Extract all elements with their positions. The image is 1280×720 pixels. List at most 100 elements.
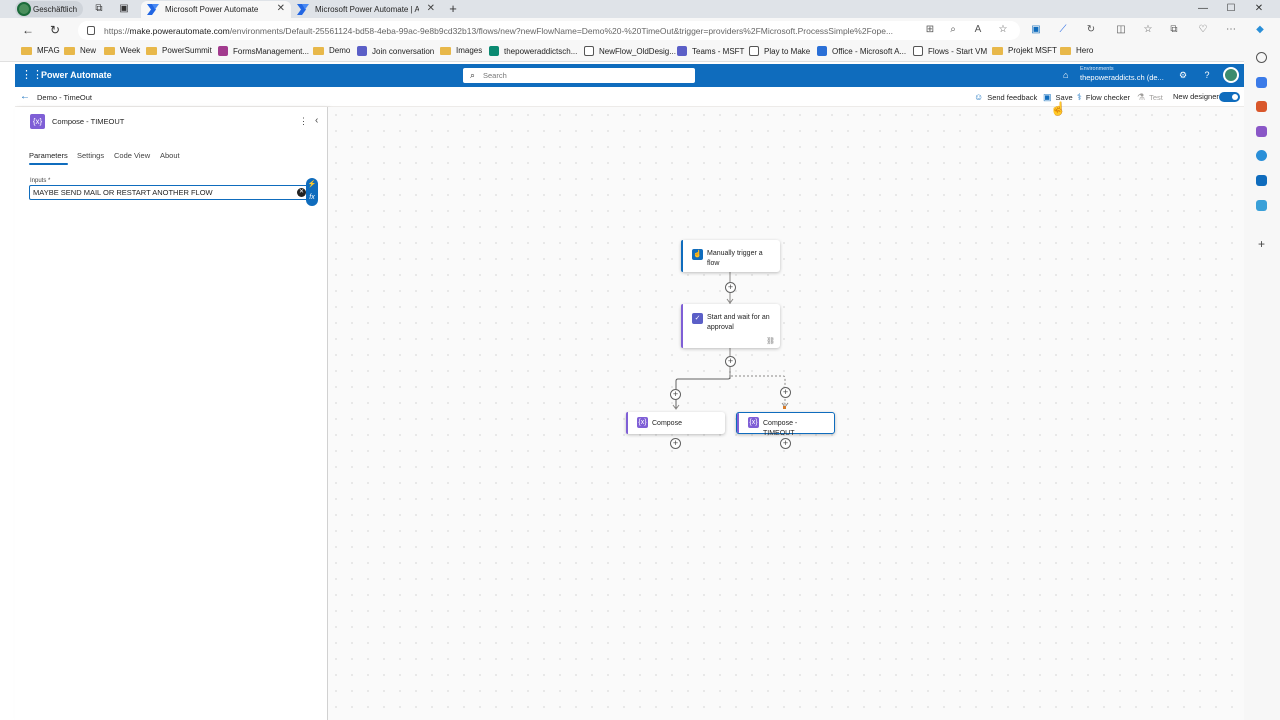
bookmark-item[interactable]: Week <box>104 46 140 55</box>
search-icon[interactable] <box>1256 52 1267 63</box>
more-icon[interactable]: ⋯ <box>1224 24 1238 35</box>
test-button[interactable]: ⚗ Test <box>1137 92 1163 103</box>
help-icon[interactable]: ? <box>1201 70 1213 80</box>
close-tab-icon[interactable]: ✕ <box>427 3 435 14</box>
app-available-icon[interactable]: ⊞ <box>923 24 937 35</box>
power-automate-extension-icon[interactable]: ⟋ <box>1056 24 1070 35</box>
office-icon[interactable] <box>1256 150 1267 161</box>
environment-label: Environments <box>1080 66 1114 72</box>
search-placeholder: Search <box>483 71 507 80</box>
more-options-icon[interactable]: ⋮ <box>299 116 308 127</box>
tab-about[interactable]: About <box>160 151 180 160</box>
refresh-extension-icon[interactable]: ↻ <box>1084 24 1098 35</box>
tab-actions-icon[interactable]: ▣ <box>118 3 130 15</box>
settings-icon[interactable]: ⚙ <box>1177 70 1189 81</box>
read-aloud-icon[interactable]: A <box>971 24 985 35</box>
approval-card[interactable]: ✓ Start and wait for an approval ⛓ <box>681 304 780 348</box>
tab-parameters[interactable]: Parameters <box>29 151 68 165</box>
maximize-icon[interactable]: ☐ <box>1225 3 1237 15</box>
bookmark-item[interactable]: Hero <box>1060 46 1093 55</box>
app-name[interactable]: Power Automate <box>41 70 112 80</box>
favorites-icon[interactable]: ☆ <box>1141 24 1155 35</box>
people-icon[interactable] <box>1256 126 1267 137</box>
bookmark-item[interactable]: PowerSummit <box>146 46 212 55</box>
browser-tab-strip: Geschäftlich ⧉ ▣ Microsoft Power Automat… <box>0 0 1280 18</box>
tag-icon[interactable] <box>1256 77 1267 88</box>
bookmark-item[interactable]: Play to Make <box>749 46 810 56</box>
compose-card[interactable]: {x} Compose <box>626 412 725 434</box>
insert-step-button[interactable]: + <box>670 389 681 400</box>
expression-fx-icon[interactable]: fx <box>306 191 318 204</box>
extension-icon[interactable]: ▣ <box>1029 24 1043 35</box>
compose-icon: {x} <box>637 417 648 428</box>
minimize-icon[interactable]: — <box>1197 3 1209 15</box>
drop-icon[interactable] <box>1256 200 1267 211</box>
designer-canvas[interactable]: ☝ Manually trigger a flow + ✓ Start and … <box>328 107 1244 720</box>
tab-settings[interactable]: Settings <box>77 151 104 160</box>
inputs-field[interactable]: MAYBE SEND MAIL OR RESTART ANOTHER FLOW <box>29 185 311 200</box>
lightning-icon[interactable]: ⚡ <box>306 178 318 191</box>
dynamic-content-toggle[interactable]: ⚡ fx <box>306 178 318 206</box>
insert-step-button[interactable]: + <box>670 438 681 449</box>
favorite-star-icon[interactable]: ☆ <box>996 24 1010 35</box>
bookmark-item[interactable]: Projekt MSFT <box>992 46 1057 55</box>
card-accent <box>681 240 683 272</box>
bookmark-item[interactable]: Demo <box>313 46 350 55</box>
compose-card-label: Compose <box>652 420 682 427</box>
close-window-icon[interactable]: ✕ <box>1253 3 1265 15</box>
bookmark-item[interactable]: Join conversation <box>357 46 434 56</box>
tab-code-view[interactable]: Code View <box>114 151 150 160</box>
browser-tab-1[interactable]: Microsoft Power Automate ✕ <box>141 1 291 18</box>
bookmark-item[interactable]: New <box>64 46 96 55</box>
user-avatar[interactable] <box>1223 67 1239 83</box>
card-accent <box>737 413 739 433</box>
zoom-icon[interactable]: ⌕ <box>946 24 960 35</box>
back-arrow-icon[interactable]: ← <box>21 23 35 37</box>
tools-icon[interactable] <box>1256 101 1267 112</box>
add-icon[interactable]: + <box>1256 238 1267 250</box>
bookmark-item[interactable]: Flows - Start VM <box>913 46 987 56</box>
folder-icon <box>1060 46 1071 55</box>
bookmark-item[interactable]: Images <box>440 46 482 55</box>
insert-step-button[interactable]: + <box>780 387 791 398</box>
search-input[interactable]: ⌕ Search <box>463 68 695 83</box>
folder-icon <box>146 46 157 55</box>
edge-copilot-icon[interactable]: ◆ <box>1253 24 1267 35</box>
bookmark-item[interactable]: Office - Microsoft A... <box>817 46 906 56</box>
back-arrow-icon[interactable]: ← <box>20 91 30 102</box>
url-path: /environments/Default-25561124-bd58-4eba… <box>229 25 894 36</box>
new-designer-toggle[interactable] <box>1219 92 1240 102</box>
panel-title[interactable]: Compose - TIMEOUT <box>52 117 124 126</box>
browser-tab-2[interactable]: Microsoft Power Automate | App ✕ <box>291 1 441 18</box>
folder-icon <box>21 46 32 55</box>
insert-step-button[interactable]: + <box>725 282 736 293</box>
compose-timeout-card[interactable]: {x} Compose - TIMEOUT <box>736 412 835 437</box>
collections-icon[interactable]: ⧉ <box>1167 24 1181 35</box>
clear-input-icon[interactable]: ✕ <box>297 188 306 197</box>
flow-checker-button[interactable]: ⚕ Flow checker <box>1077 92 1130 103</box>
insert-step-button[interactable]: + <box>725 356 736 367</box>
app-launcher-icon[interactable]: ⋮⋮ <box>21 69 43 81</box>
bookmark-item[interactable]: MFAG <box>21 46 60 55</box>
bookmark-item[interactable]: NewFlow_OldDesig... <box>584 46 676 56</box>
refresh-icon[interactable]: ↻ <box>48 23 62 37</box>
close-tab-icon[interactable]: ✕ <box>277 3 285 14</box>
split-screen-icon[interactable]: ◫ <box>1114 24 1128 35</box>
new-tab-button[interactable]: + <box>447 2 459 15</box>
send-feedback-button[interactable]: ☺ Send feedback <box>974 92 1037 102</box>
bookmark-item[interactable]: Teams - MSFT <box>677 46 744 56</box>
mouse-pointer-icon: ☝ <box>1050 101 1067 116</box>
copilot-icon[interactable]: ♡ <box>1196 24 1210 35</box>
trigger-card[interactable]: ☝ Manually trigger a flow <box>681 240 780 272</box>
outlook-icon[interactable] <box>1256 175 1267 186</box>
insert-step-button[interactable]: + <box>780 438 791 449</box>
workspaces-icon[interactable]: ⧉ <box>93 3 105 15</box>
url-field[interactable]: https://make.powerautomate.com/environme… <box>78 21 1020 40</box>
approval-card-label: Start and wait for an approval <box>707 314 770 331</box>
environment-selector[interactable]: thepoweraddicts.ch (de... <box>1080 73 1164 82</box>
collapse-panel-icon[interactable]: ‹ <box>315 115 318 126</box>
bookmark-item[interactable]: thepoweraddictsch... <box>489 46 577 56</box>
page-icon <box>584 46 594 56</box>
bookmark-item[interactable]: FormsManagement... <box>218 46 309 56</box>
profile-button[interactable]: Geschäftlich <box>15 1 83 17</box>
